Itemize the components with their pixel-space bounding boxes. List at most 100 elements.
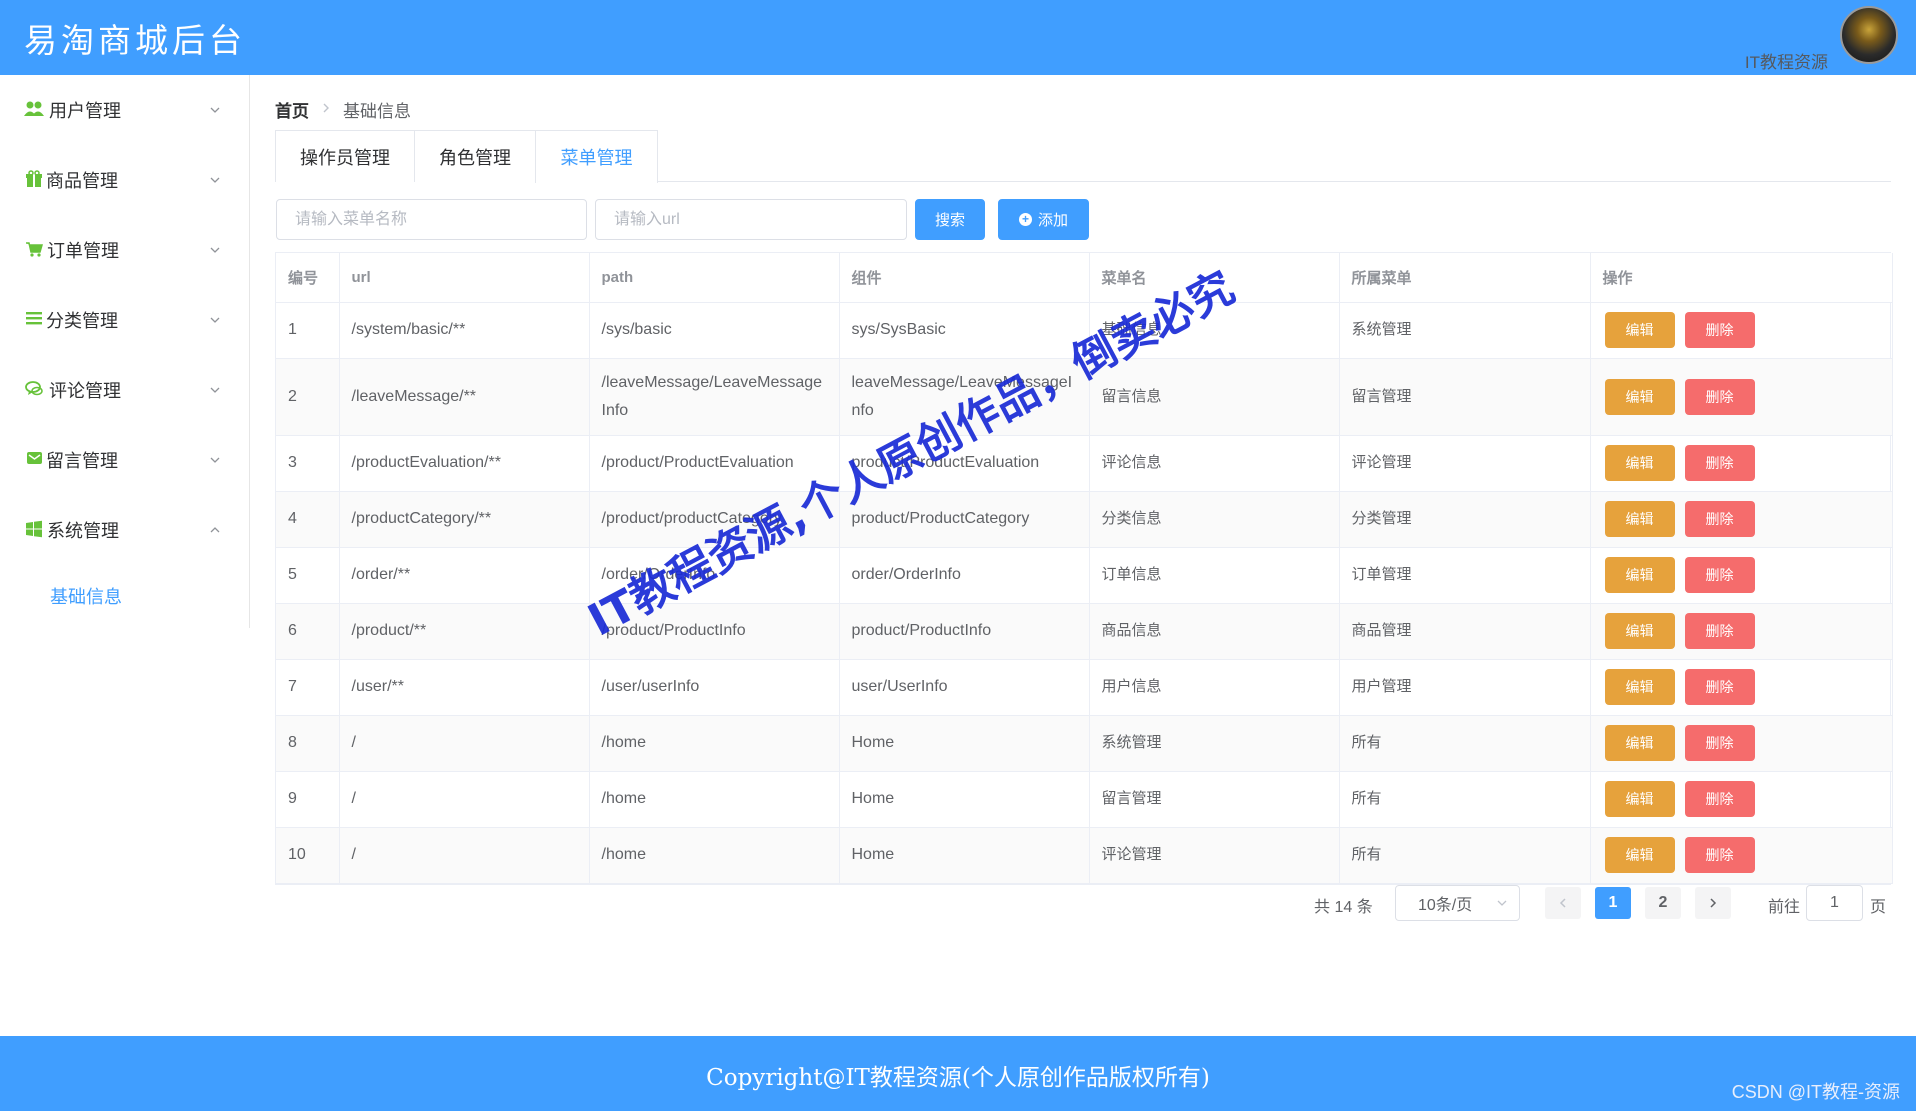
edit-button[interactable]: 编辑 [1604,445,1675,481]
cell-parent-menu: 订单管理 [1339,547,1591,604]
delete-button[interactable]: 删除 [1684,837,1755,873]
chevron-down-icon [1497,900,1507,906]
cell-component: user/UserInfo [839,659,1090,716]
tab-role-management[interactable]: 角色管理 [414,130,536,182]
cell-parent-menu: 所有 [1339,771,1591,828]
tab-operator-management[interactable]: 操作员管理 [275,130,415,182]
edit-button[interactable]: 编辑 [1604,837,1675,873]
cell-path: /product/ProductInfo [589,603,840,660]
breadcrumb-current: 基础信息 [343,102,411,121]
add-button[interactable]: + 添加 [998,199,1089,240]
tab-menu-management[interactable]: 菜单管理 [535,130,658,183]
cell-component: product/ProductEvaluation [839,435,1090,492]
chevron-right-icon [321,101,331,118]
next-page-button[interactable] [1695,887,1731,919]
sidebar-item-label: 系统管理 [47,521,119,541]
delete-button[interactable]: 删除 [1684,312,1755,348]
sidebar-item-category-management[interactable]: 分类管理 [0,285,249,355]
delete-button[interactable]: 删除 [1684,445,1755,481]
sidebar-item-order-management[interactable]: 订单管理 [0,215,249,285]
cell-parent-menu: 评论管理 [1339,435,1591,492]
edit-button[interactable]: 编辑 [1604,312,1675,348]
sidebar-item-user-management[interactable]: 用户管理 [0,75,249,145]
cell-component: Home [839,771,1090,828]
table-row: 3 /productEvaluation/** /product/Product… [276,435,1893,492]
avatar[interactable] [1840,6,1898,64]
cell-component: product/ProductInfo [839,603,1090,660]
page-size-select[interactable]: 10条/页 [1395,885,1520,921]
envelope-icon [24,450,44,470]
edit-button[interactable]: 编辑 [1604,378,1675,415]
col-header-actions: 操作 [1590,253,1893,303]
cell-parent-menu: 分类管理 [1339,491,1591,548]
cell-menu-name: 评论管理 [1089,827,1340,884]
goto-label: 前往 [1768,899,1801,916]
delete-button[interactable]: 删除 [1684,725,1755,761]
cell-actions: 编辑 删除 [1590,358,1893,436]
cell-id: 4 [276,491,340,548]
sidebar-item-label: 分类管理 [46,311,118,331]
edit-button[interactable]: 编辑 [1604,781,1675,817]
cell-actions: 编辑 删除 [1590,659,1893,716]
sidebar-item-system-management[interactable]: 系统管理 [0,495,249,565]
cell-actions: 编辑 删除 [1590,771,1893,828]
cell-id: 1 [276,302,340,359]
chevron-down-icon [210,317,220,323]
edit-button[interactable]: 编辑 [1604,613,1675,649]
table-row: 1 /system/basic/** /sys/basic sys/SysBas… [276,302,1893,359]
search-button[interactable]: 搜索 [915,199,985,240]
cell-component: sys/SysBasic [839,302,1090,359]
table-header-row: 编号 url path 组件 菜单名 所属菜单 操作 [276,253,1893,303]
edit-button[interactable]: 编辑 [1604,557,1675,593]
table-row: 9 / /home Home 留言管理 所有 编辑 删除 [276,771,1893,828]
edit-button[interactable]: 编辑 [1604,669,1675,705]
cell-menu-name: 评论信息 [1089,435,1340,492]
cell-component: Home [839,715,1090,772]
cell-url: /productEvaluation/** [339,435,590,492]
sidebar-subitem-basic-info[interactable]: 基础信息 [0,562,249,630]
edit-button[interactable]: 编辑 [1604,501,1675,537]
cell-id: 2 [276,358,340,436]
sidebar-item-comment-management[interactable]: 评论管理 [0,355,249,425]
sidebar-item-label: 商品管理 [46,171,118,191]
sidebar-item-product-management[interactable]: 商品管理 [0,145,249,215]
cell-path: /leaveMessage/LeaveMessageInfo [589,358,840,436]
table-row: 10 / /home Home 评论管理 所有 编辑 删除 [276,827,1893,884]
sidebar-subitem-label: 基础信息 [50,587,122,607]
cell-id: 5 [276,547,340,604]
cell-id: 8 [276,715,340,772]
url-input[interactable] [595,199,907,240]
goto-page-input[interactable] [1806,885,1863,921]
cell-actions: 编辑 删除 [1590,302,1893,359]
cell-id: 9 [276,771,340,828]
users-icon [24,100,44,120]
user-name[interactable]: IT教程资源 [1745,48,1828,73]
table-row: 8 / /home Home 系统管理 所有 编辑 删除 [276,715,1893,772]
delete-button[interactable]: 删除 [1684,613,1755,649]
cart-icon [24,240,44,260]
menu-table: 编号 url path 组件 菜单名 所属菜单 操作 1 /system/bas… [275,252,1893,885]
delete-button[interactable]: 删除 [1684,501,1755,537]
page-suffix: 页 [1870,899,1887,916]
cell-menu-name: 订单信息 [1089,547,1340,604]
delete-button[interactable]: 删除 [1684,378,1755,415]
brand-title: 易淘商城后台 [24,21,246,60]
delete-button[interactable]: 删除 [1684,669,1755,705]
windows-icon [24,520,44,540]
sidebar-item-message-management[interactable]: 留言管理 [0,425,249,495]
cell-component: order/OrderInfo [839,547,1090,604]
delete-button[interactable]: 删除 [1684,557,1755,593]
comments-icon [24,380,44,400]
delete-button[interactable]: 删除 [1684,781,1755,817]
breadcrumb-home[interactable]: 首页 [275,97,309,122]
menu-name-input[interactable] [276,199,587,240]
cell-parent-menu: 商品管理 [1339,603,1591,660]
cell-parent-menu: 所有 [1339,827,1591,884]
cell-id: 3 [276,435,340,492]
prev-page-button[interactable] [1545,887,1581,919]
col-header-id: 编号 [276,253,340,303]
plus-circle-icon: + [1018,213,1032,226]
edit-button[interactable]: 编辑 [1604,725,1675,761]
page-button-2[interactable]: 2 [1645,887,1681,919]
page-button-1[interactable]: 1 [1595,887,1631,919]
